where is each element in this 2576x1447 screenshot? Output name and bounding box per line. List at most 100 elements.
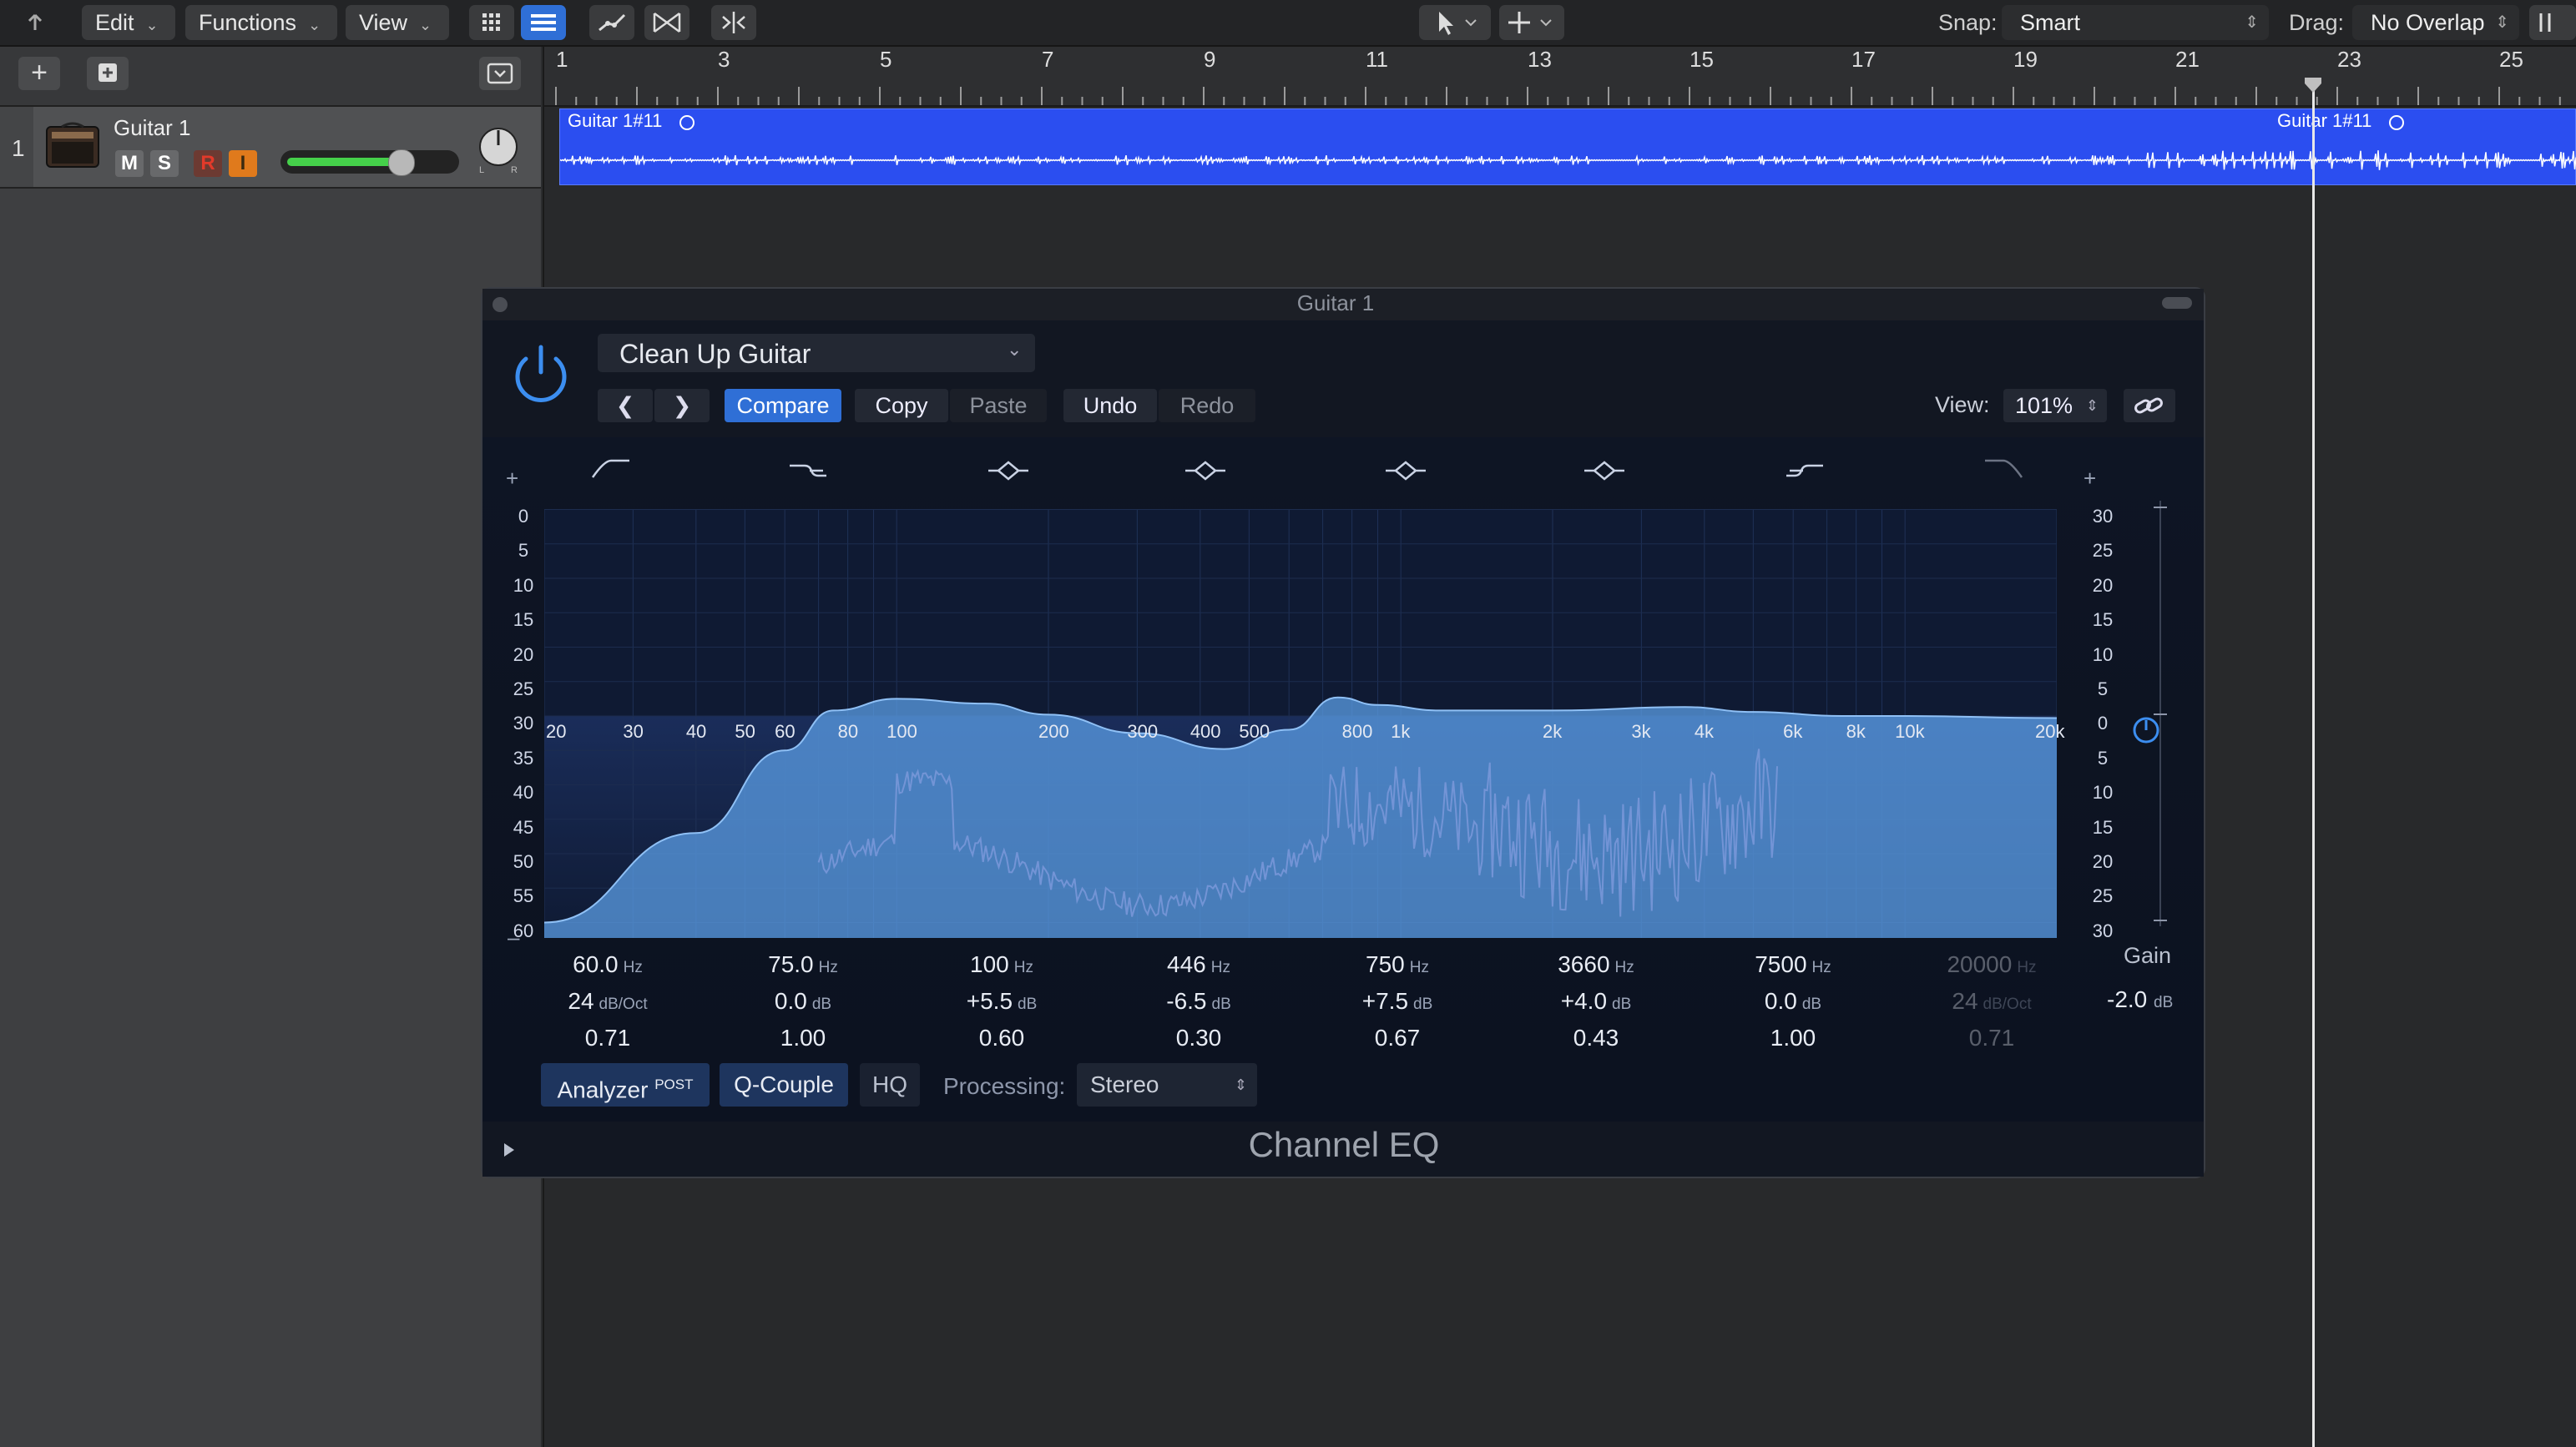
band-q[interactable]: 1.00 (711, 1020, 895, 1056)
band-gain-value: +5.5 (966, 988, 1013, 1014)
add-track-button[interactable]: + (18, 57, 60, 90)
disclosure-triangle-icon[interactable] (482, 1122, 534, 1177)
ruler-bar-number: 1 (556, 47, 568, 72)
band-type-icon[interactable] (1985, 459, 2023, 478)
band-frequency[interactable]: 3660 Hz (1504, 946, 1688, 983)
gain-knob-icon[interactable] (2132, 716, 2160, 744)
playhead[interactable] (2312, 83, 2315, 1447)
band-gain[interactable]: 0.0 dB (711, 983, 895, 1020)
gain-value[interactable]: -2.0 dB (2107, 986, 2173, 1013)
band-type-icon[interactable] (591, 459, 629, 478)
global-tracks-icon[interactable] (479, 57, 521, 90)
mute-button[interactable]: M (115, 150, 144, 177)
band-gain[interactable]: 24 dB/Oct (516, 983, 700, 1020)
chevron-down-icon: ⌄ (145, 17, 159, 33)
increase-gain-range-button[interactable]: + (2084, 466, 2096, 492)
chevron-down-icon: ⌄ (1007, 339, 1023, 360)
band-q[interactable]: 0.30 (1107, 1020, 1291, 1056)
compare-button[interactable]: Compare (725, 389, 841, 422)
grid-view-icon[interactable] (469, 5, 514, 40)
solo-button[interactable]: S (150, 150, 179, 177)
copy-button[interactable]: Copy (855, 389, 948, 422)
collapse-window-icon[interactable] (2162, 297, 2192, 309)
band-3-params[interactable]: 100 Hz +5.5 dB 0.60 (910, 946, 1094, 1056)
redo-button[interactable]: Redo (1159, 389, 1255, 422)
pointer-tool-menu[interactable] (1419, 5, 1491, 40)
more-tools-icon[interactable] (2529, 5, 2576, 40)
band-type-icon[interactable] (1185, 461, 1225, 481)
master-gain-slider[interactable] (2144, 501, 2177, 926)
back-arrow-icon[interactable] (17, 5, 62, 40)
band-type-icon[interactable] (1584, 461, 1624, 481)
playhead-marker-icon[interactable] (2304, 77, 2322, 93)
band-frequency[interactable]: 7500 Hz (1701, 946, 1885, 983)
paste-button[interactable]: Paste (950, 389, 1047, 422)
band-8-params[interactable]: 20000 Hz 24 dB/Oct 0.71 (1900, 946, 2084, 1056)
flex-icon[interactable] (644, 5, 689, 40)
catch-playhead-icon[interactable] (711, 5, 756, 40)
band-gain[interactable]: +5.5 dB (910, 983, 1094, 1020)
preset-menu[interactable]: Clean Up Guitar ⌄ (598, 334, 1035, 372)
functions-menu[interactable]: Functions ⌄ (185, 5, 337, 40)
band-gain[interactable]: +4.0 dB (1504, 983, 1688, 1020)
band-type-icon[interactable] (1786, 464, 1823, 477)
volume-slider[interactable] (280, 149, 459, 176)
snap-select[interactable]: Smart ⇕ (2002, 5, 2269, 40)
volume-knob[interactable] (388, 149, 415, 176)
duplicate-track-icon[interactable] (87, 57, 129, 90)
q-couple-button[interactable]: Q-Couple (720, 1063, 848, 1107)
close-window-icon[interactable] (492, 297, 508, 312)
frequency-tick: 3k (1631, 721, 1651, 742)
band-gain[interactable]: +7.5 dB (1306, 983, 1489, 1020)
right-axis-tick: 5 (2097, 747, 2109, 769)
increase-range-button[interactable]: + (506, 466, 518, 492)
band-q[interactable]: 1.00 (1701, 1020, 1885, 1056)
record-enable-button[interactable]: R (194, 150, 222, 177)
band-6-params[interactable]: 3660 Hz +4.0 dB 0.43 (1504, 946, 1688, 1056)
band-q[interactable]: 0.71 (516, 1020, 700, 1056)
edit-menu[interactable]: Edit ⌄ (82, 5, 175, 40)
automation-icon[interactable] (589, 5, 634, 40)
drag-select[interactable]: No Overlap ⇕ (2352, 5, 2519, 40)
band-frequency[interactable]: 60.0 Hz (516, 946, 700, 983)
band-5-params[interactable]: 750 Hz +7.5 dB 0.67 (1306, 946, 1489, 1056)
band-q[interactable]: 0.60 (910, 1020, 1094, 1056)
band-frequency[interactable]: 75.0 Hz (711, 946, 895, 983)
bar-ruler[interactable]: 1 3 5 7 9 11 13 15 17 19 21 23 25 (543, 47, 2576, 107)
band-frequency[interactable]: 20000 Hz (1900, 946, 2084, 983)
band-frequency[interactable]: 446 Hz (1107, 946, 1291, 983)
band-gain[interactable]: 24 dB/Oct (1900, 983, 2084, 1020)
hq-button[interactable]: HQ (860, 1063, 920, 1107)
band-gain[interactable]: -6.5 dB (1107, 983, 1291, 1020)
next-preset-button[interactable]: ❯ (654, 389, 710, 422)
band-frequency-unit: Hz (1811, 959, 1831, 976)
view-zoom-select[interactable]: 101% ⇕ (2003, 389, 2107, 422)
band-type-icon[interactable] (988, 461, 1028, 481)
right-axis-tick: 10 (2092, 782, 2114, 804)
band-gain[interactable]: 0.0 dB (1701, 983, 1885, 1020)
band-q[interactable]: 0.43 (1504, 1020, 1688, 1056)
band-1-params[interactable]: 60.0 Hz 24 dB/Oct 0.71 (516, 946, 700, 1056)
band-frequency-unit: Hz (818, 959, 838, 976)
processing-select[interactable]: Stereo ⇕ (1077, 1063, 1257, 1107)
view-menu[interactable]: View ⌄ (346, 5, 449, 40)
eq-graph[interactable] (544, 451, 2057, 938)
previous-preset-button[interactable]: ❮ (598, 389, 653, 422)
audio-region[interactable] (559, 108, 2576, 185)
band-q[interactable]: 0.67 (1306, 1020, 1489, 1056)
analyzer-button[interactable]: Analyzer POST (541, 1063, 710, 1107)
band-7-params[interactable]: 7500 Hz 0.0 dB 1.00 (1701, 946, 1885, 1056)
list-view-icon[interactable] (521, 5, 566, 40)
link-icon[interactable] (2124, 389, 2175, 422)
band-frequency[interactable]: 100 Hz (910, 946, 1094, 983)
band-q[interactable]: 0.71 (1900, 1020, 2084, 1056)
band-2-params[interactable]: 75.0 Hz 0.0 dB 1.00 (711, 946, 895, 1056)
pencil-tool-menu[interactable] (1499, 5, 1564, 40)
band-type-icon[interactable] (790, 464, 826, 477)
band-frequency[interactable]: 750 Hz (1306, 946, 1489, 983)
input-monitor-button[interactable]: I (229, 150, 257, 177)
undo-button[interactable]: Undo (1063, 389, 1157, 422)
band-type-icon[interactable] (1386, 461, 1426, 481)
band-4-params[interactable]: 446 Hz -6.5 dB 0.30 (1107, 946, 1291, 1056)
power-icon[interactable] (508, 339, 574, 406)
